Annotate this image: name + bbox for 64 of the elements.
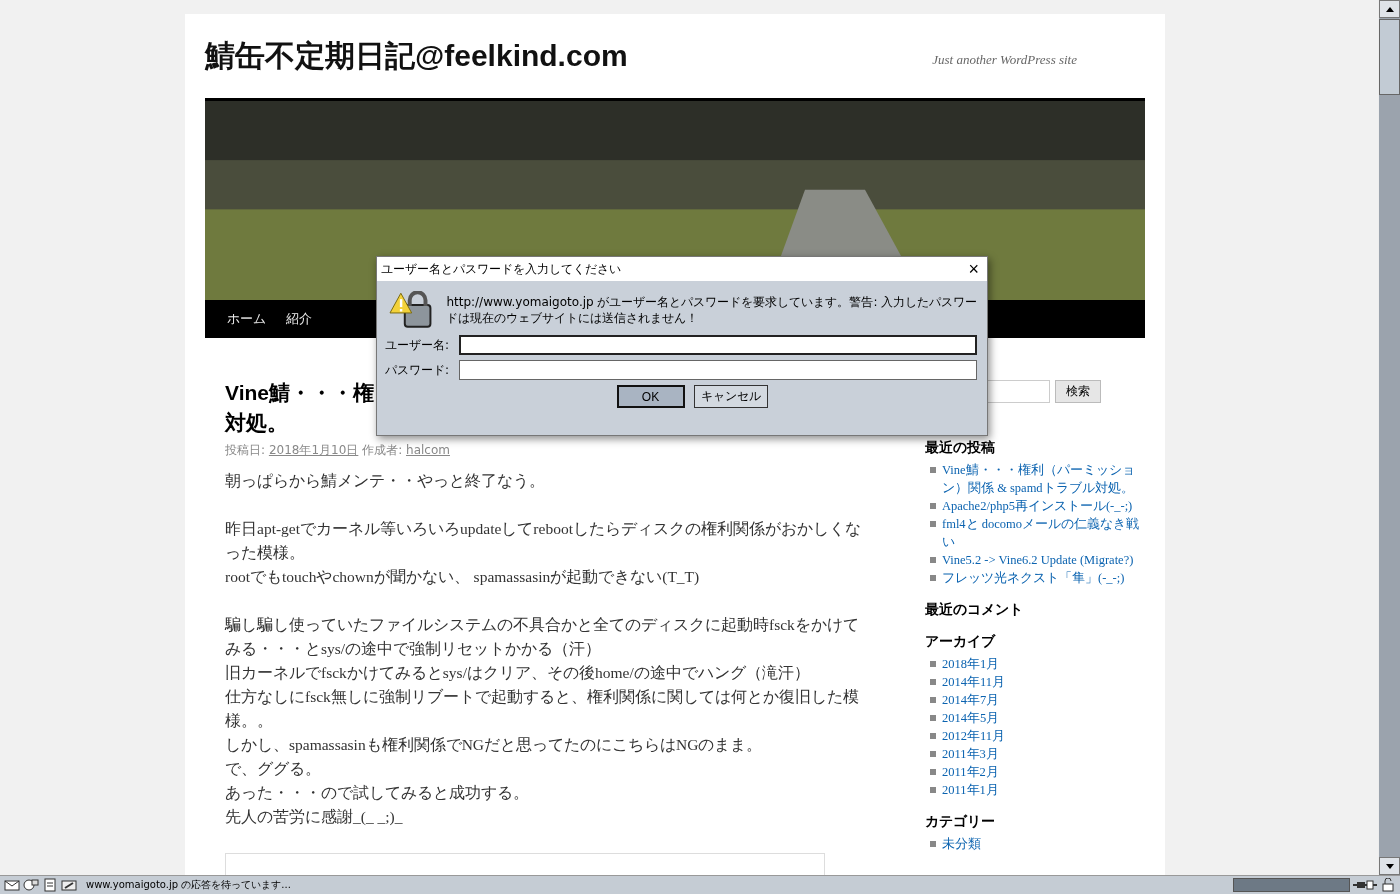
nav-link[interactable]: ホーム bbox=[217, 310, 276, 328]
sidebar-link[interactable]: 2014年7月 bbox=[942, 691, 1142, 709]
up-arrow-icon bbox=[1385, 6, 1394, 12]
post-paragraph: 昨日apt-getでカーネル等いろいろupdateしてrebootしたらディスクの権利関係がおかしくなった模様。 rootでもtouchやchownが聞かない、 spamassasinが起動できない(T_T) bbox=[225, 519, 862, 587]
plug-icon[interactable] bbox=[1353, 878, 1377, 892]
bullet-icon bbox=[930, 557, 936, 563]
widget-heading: カテゴリー bbox=[925, 813, 996, 831]
post-meta: 投稿日: 2018年1月10日 作成者: halcom bbox=[225, 442, 451, 459]
bullet-icon bbox=[930, 521, 936, 527]
bullet-icon bbox=[930, 679, 936, 685]
field-label: パスワード: bbox=[383, 361, 449, 379]
dialog-title: ユーザー名とパスワードを入力してください bbox=[381, 260, 621, 278]
field-label: ユーザー名: bbox=[383, 336, 449, 354]
chat-icon[interactable] bbox=[23, 878, 39, 892]
bullet-icon bbox=[930, 751, 936, 757]
document-icon[interactable] bbox=[42, 878, 58, 892]
down-arrow-icon bbox=[1385, 863, 1394, 869]
scrollbar-thumb[interactable] bbox=[1379, 19, 1400, 95]
mail-icon[interactable] bbox=[4, 878, 20, 892]
post-date-link[interactable]: 2018年1月10日 bbox=[268, 443, 359, 457]
sidebar-link[interactable]: 2018年1月 bbox=[942, 655, 1142, 673]
bullet-icon bbox=[930, 787, 936, 793]
sidebar-link[interactable]: 2011年3月 bbox=[942, 745, 1142, 763]
post-paragraph: 朝っぱらから鯖メンテ・・やっと終了なう。 bbox=[225, 471, 546, 491]
bullet-icon bbox=[930, 733, 936, 739]
lock-icon[interactable] bbox=[1380, 878, 1396, 892]
widget-heading: アーカイブ bbox=[925, 633, 997, 651]
ok-button[interactable]: OK bbox=[616, 385, 685, 408]
bullet-icon bbox=[930, 841, 936, 847]
scroll-down-button[interactable] bbox=[1379, 857, 1400, 875]
username-field[interactable] bbox=[459, 335, 977, 355]
nav-link[interactable]: 紹介 bbox=[276, 310, 322, 328]
sidebar-link[interactable]: 2014年11月 bbox=[942, 673, 1142, 691]
scroll-up-button[interactable] bbox=[1379, 0, 1400, 18]
post-paragraph: 騙し騙し使っていたファイルシステムの不具合かと全てのディスクに起動時fsckをかけてみる・・・とsys/の途中で強制リセットかかる（汗） 旧カーネルでfsckかけてみるとsys/はクリア、その後home/の途中でハング（滝汗） 仕方なしにfsck無しに強制リブートで起動すると、権利関係に関しては何とか復旧した模様。。 しかし、spamassasinも権利関係でNGだと思ってたのにこちらはNGのまま。 で、ググる。 あった・・・ので試してみると成功する。 先人の苦労に感謝_(_ _;)_ bbox=[225, 615, 860, 827]
sidebar-link[interactable]: Apache2/php5再インストール(-_-;) bbox=[942, 497, 1142, 515]
sidebar-link[interactable]: Vine鯖・・・権利（パーミッション）関係 & spamdトラブル対処。 bbox=[942, 461, 1142, 497]
sidebar-link[interactable]: 2011年2月 bbox=[942, 763, 1142, 781]
password-field[interactable] bbox=[459, 360, 977, 380]
sidebar-link[interactable]: 2011年1月 bbox=[942, 781, 1142, 799]
bullet-icon bbox=[930, 697, 936, 703]
widget-heading: 最近のコメント bbox=[925, 601, 1024, 619]
dialog-message: http://www.yomaigoto.jp がユーザー名とパスワードを要求しています。警告: 入力したパスワードは現在のウェブサイトには送信されません！ bbox=[446, 294, 979, 326]
bullet-icon bbox=[930, 769, 936, 775]
widget-heading: 最近の投稿 bbox=[925, 439, 996, 457]
sidebar-link[interactable]: フレッツ光ネクスト「隼」(-_-;) bbox=[942, 569, 1142, 587]
close-button[interactable]: × bbox=[968, 260, 979, 278]
bullet-icon bbox=[930, 575, 936, 581]
search-button[interactable]: 検索 bbox=[1055, 380, 1101, 403]
bullet-icon bbox=[930, 661, 936, 667]
sidebar-link[interactable]: 2014年5月 bbox=[942, 709, 1142, 727]
author-link[interactable]: halcom bbox=[406, 443, 450, 457]
bullet-icon bbox=[930, 715, 936, 721]
bullet-icon bbox=[930, 503, 936, 509]
sidebar-link[interactable]: 未分類 bbox=[942, 835, 1142, 853]
composer-icon[interactable] bbox=[61, 878, 77, 892]
sidebar-link[interactable]: Vine5.2 -> Vine6.2 Update (Migrate?) bbox=[942, 551, 1142, 569]
cancel-button[interactable]: キャンセル bbox=[693, 385, 768, 408]
status-text: www.yomaigoto.jp の応答を待っています... bbox=[86, 878, 292, 892]
site-tagline: Just another WordPress site bbox=[932, 52, 1077, 68]
sidebar-link[interactable]: 2012年11月 bbox=[942, 727, 1142, 745]
sidebar-link[interactable]: fml4と docomoメールの仁義なき戦い bbox=[942, 515, 1142, 551]
site-title[interactable]: 鯖缶不定期日記@feelkind.com bbox=[205, 35, 628, 77]
bullet-icon bbox=[930, 467, 936, 473]
